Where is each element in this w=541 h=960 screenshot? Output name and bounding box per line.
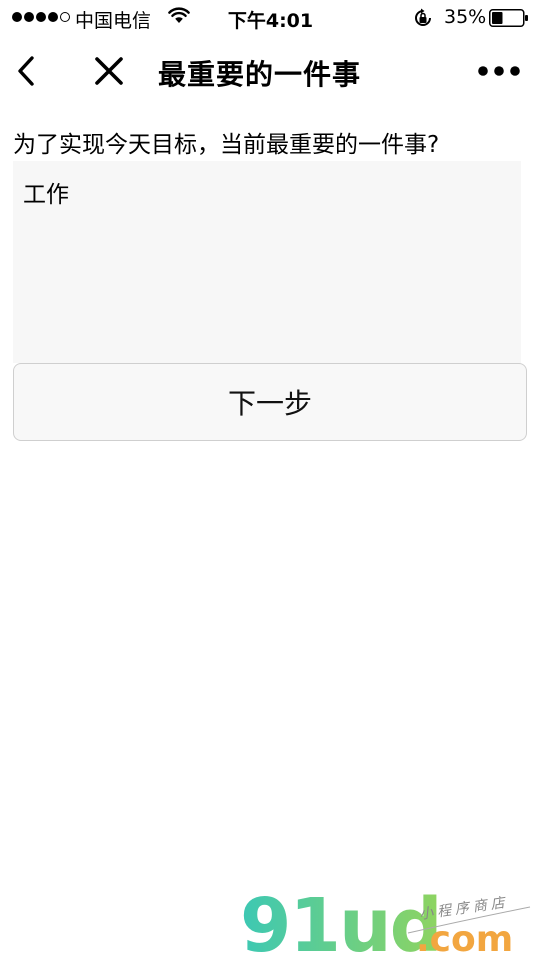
status-bar: 中国电信 下午4:01 35% — [0, 0, 541, 36]
nav-bar: 最重要的一件事 — [0, 36, 541, 106]
next-button[interactable]: 下一步 — [13, 363, 527, 441]
battery-icon — [489, 9, 528, 27]
answer-textarea[interactable]: 工作 — [13, 161, 521, 363]
svg-text:91ud: 91ud — [240, 885, 441, 955]
question-label: 为了实现今天目标，当前最重要的一件事? — [13, 132, 440, 158]
back-icon[interactable] — [12, 52, 42, 90]
battery-percent: 35% — [444, 6, 487, 28]
app-screen: 中国电信 下午4:01 35% 最重要的一件事 为了实现今天目标，当前最重要的一… — [0, 0, 541, 960]
watermark-logo: 91ud .com 小程序商店 — [240, 885, 531, 955]
svg-text:.com: .com — [416, 919, 513, 955]
more-icon[interactable] — [476, 62, 522, 80]
page-title: 最重要的一件事 — [158, 58, 362, 91]
close-icon[interactable] — [92, 54, 126, 88]
rotation-lock-icon — [415, 8, 431, 26]
